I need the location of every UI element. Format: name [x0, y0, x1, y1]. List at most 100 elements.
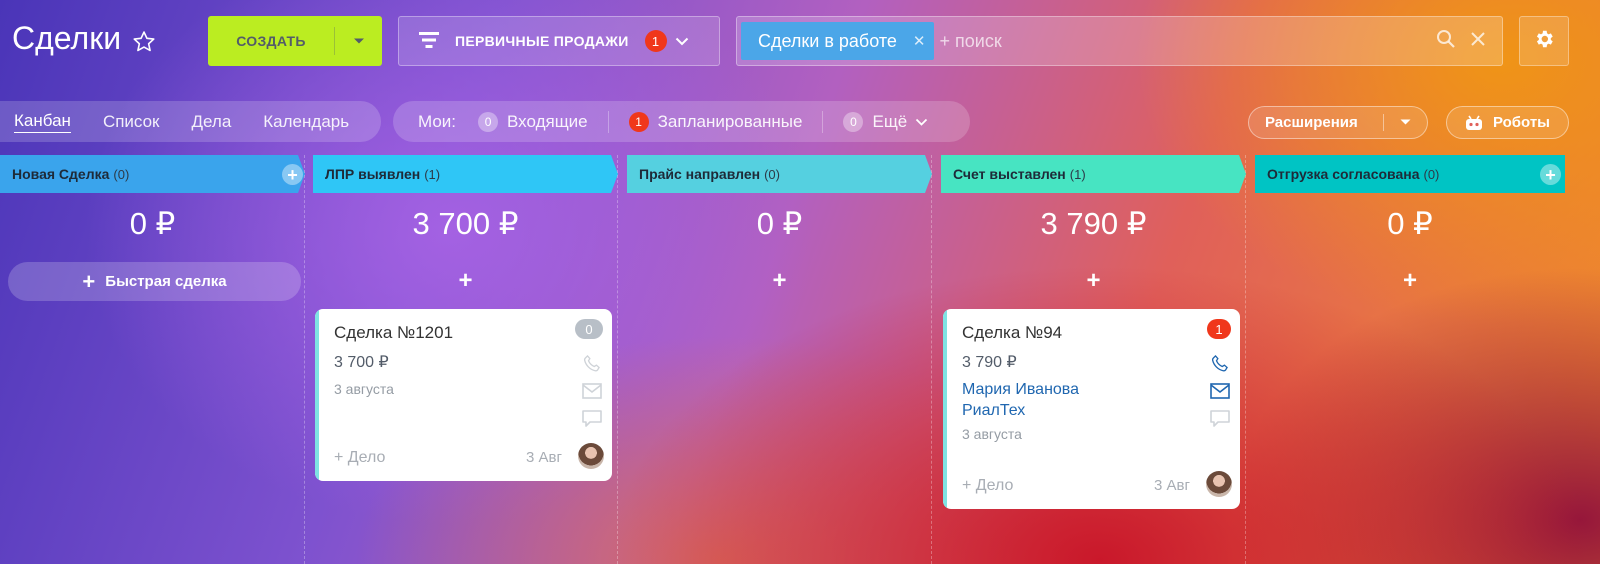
kanban-column-invoice: Счет выставлен (1) 3 790 ₽ + Сделка №94 … [941, 155, 1246, 564]
chevron-down-icon[interactable] [335, 37, 382, 45]
create-button[interactable]: СОЗДАТЬ [208, 16, 382, 66]
add-deal-button[interactable]: + [313, 267, 618, 295]
filter-tag[interactable]: Сделки в работе ✕ [741, 22, 934, 60]
robots-button[interactable]: Роботы [1446, 106, 1569, 139]
stage-name: Новая Сделка [12, 166, 110, 182]
extensions-label: Расширения [1265, 114, 1358, 131]
add-activity-link[interactable]: + Дело [962, 477, 1013, 495]
more-count-badge: 0 [843, 111, 864, 132]
incoming-count-badge: 0 [478, 111, 499, 132]
extensions-button[interactable]: Расширения [1248, 106, 1428, 139]
card-action-icons [582, 349, 602, 433]
view-tab-kanban[interactable]: Канбан [14, 111, 71, 133]
stage-sum: 0 ₽ [1387, 206, 1433, 241]
settings-button[interactable] [1519, 16, 1569, 66]
activity-count-badge: 0 [575, 319, 603, 339]
pipeline-counter-badge: 1 [644, 30, 667, 52]
planned-label: Запланированные [657, 111, 803, 131]
add-deal-button[interactable]: + [1255, 267, 1565, 295]
deal-card[interactable]: Сделка №94 1 3 790 ₽ Мария Иванова РиалТ… [943, 309, 1240, 509]
deal-title[interactable]: Сделка №94 [962, 323, 1062, 343]
pipeline-label: ПЕРВИЧНЫЕ ПРОДАЖИ [455, 33, 629, 49]
search-input[interactable] [933, 30, 1436, 52]
add-deal-button[interactable]: + [941, 267, 1246, 295]
star-icon[interactable] [131, 26, 157, 52]
planned-count-badge: 1 [628, 111, 649, 132]
search-icon[interactable] [1436, 29, 1456, 54]
avatar[interactable] [1206, 471, 1232, 497]
phone-icon[interactable] [582, 349, 602, 377]
deal-sum: 3 790 ₽ [962, 354, 1017, 371]
view-tab-calendar[interactable]: Календарь [263, 112, 349, 132]
stage-header[interactable]: Счет выставлен (1) [941, 155, 1246, 193]
pipeline-selector[interactable]: ПЕРВИЧНЫЕ ПРОДАЖИ 1 [398, 16, 720, 66]
stage-name: Счет выставлен [953, 166, 1066, 182]
search-bar[interactable]: Сделки в работе ✕ [736, 16, 1503, 66]
chat-icon[interactable] [1210, 405, 1230, 433]
add-activity-link[interactable]: + Дело [334, 449, 385, 467]
mail-icon[interactable] [582, 377, 602, 405]
stage-count: (0) [764, 166, 780, 182]
kanban-column-new: Новая Сделка (0) + 0 ₽ + Быстрая сделка [0, 155, 305, 564]
kanban-column-shipping: Отгрузка согласована (0) + 0 ₽ + [1255, 155, 1565, 564]
robots-label: Роботы [1492, 114, 1550, 131]
deal-card[interactable]: Сделка №1201 0 3 700 ₽ 3 августа + Дело … [315, 309, 612, 481]
deal-title[interactable]: Сделка №1201 [334, 323, 453, 343]
column-divider [931, 155, 932, 564]
contact-link[interactable]: Мария Иванова [962, 381, 1079, 399]
column-divider [617, 155, 618, 564]
more-label: Ещё [872, 111, 908, 131]
filter-tag-label: Сделки в работе [758, 30, 897, 51]
remove-tag-icon[interactable]: ✕ [913, 32, 926, 50]
company-link[interactable]: РиалТех [962, 402, 1025, 420]
stage-header[interactable]: ЛПР выявлен (1) [313, 155, 618, 193]
incoming-label: Входящие [507, 111, 588, 131]
mail-icon[interactable] [1210, 377, 1230, 405]
stage-name: Отгрузка согласована [1267, 166, 1420, 182]
kanban-column-lpr: ЛПР выявлен (1) 3 700 ₽ + Сделка №1201 0… [313, 155, 618, 564]
column-divider [304, 155, 305, 564]
deal-sum: 3 700 ₽ [334, 354, 389, 371]
stage-sum: 3 700 ₽ [412, 206, 519, 241]
stage-name: ЛПР выявлен [325, 166, 421, 182]
card-stripe [943, 309, 947, 509]
deal-short-date: 3 Авг [1154, 477, 1190, 494]
avatar[interactable] [578, 443, 604, 469]
quick-deal-button[interactable]: + Быстрая сделка [8, 262, 301, 301]
card-action-icons [1210, 349, 1230, 433]
activity-count-badge: 1 [1207, 319, 1231, 339]
phone-icon[interactable] [1210, 349, 1230, 377]
stage-count: (1) [424, 166, 441, 182]
quick-deal-label: Быстрая сделка [105, 273, 227, 290]
chevron-down-icon[interactable] [1384, 119, 1427, 126]
kanban-column-price: Прайс направлен (0) 0 ₽ + [627, 155, 932, 564]
stage-count: (0) [1423, 166, 1440, 182]
clear-icon[interactable] [1470, 31, 1486, 52]
counters-panel: Мои: 0 Входящие 1 Запланированные 0 Ещё [393, 101, 970, 142]
chat-icon[interactable] [582, 405, 602, 433]
stage-header[interactable]: Отгрузка согласована (0) + [1255, 155, 1565, 193]
chevron-down-icon [675, 33, 689, 49]
view-tab-list[interactable]: Список [103, 112, 160, 132]
counter-planned[interactable]: 1 Запланированные [628, 111, 803, 132]
card-stripe [315, 309, 319, 481]
gear-icon [1533, 28, 1555, 55]
stage-sum: 0 ₽ [756, 206, 803, 241]
plus-icon: + [82, 268, 96, 294]
stage-count: (0) [113, 166, 130, 182]
robot-icon [1465, 115, 1482, 130]
page-title-text: Сделки [12, 20, 122, 56]
view-tab-activities[interactable]: Дела [192, 112, 232, 132]
add-deal-button[interactable]: + [627, 267, 932, 295]
divider [607, 110, 609, 133]
stage-sum: 3 790 ₽ [1040, 206, 1147, 241]
add-stage-icon[interactable]: + [282, 164, 303, 185]
counter-more[interactable]: 0 Ещё [843, 111, 928, 132]
counter-incoming[interactable]: 0 Входящие [478, 111, 588, 132]
add-stage-icon[interactable]: + [1540, 164, 1561, 185]
stage-header[interactable]: Прайс направлен (0) [627, 155, 932, 193]
deal-date: 3 августа [962, 426, 1022, 442]
page-title: Сделки [12, 20, 157, 57]
stage-header[interactable]: Новая Сделка (0) + [0, 155, 305, 193]
create-button-label: СОЗДАТЬ [236, 33, 306, 49]
